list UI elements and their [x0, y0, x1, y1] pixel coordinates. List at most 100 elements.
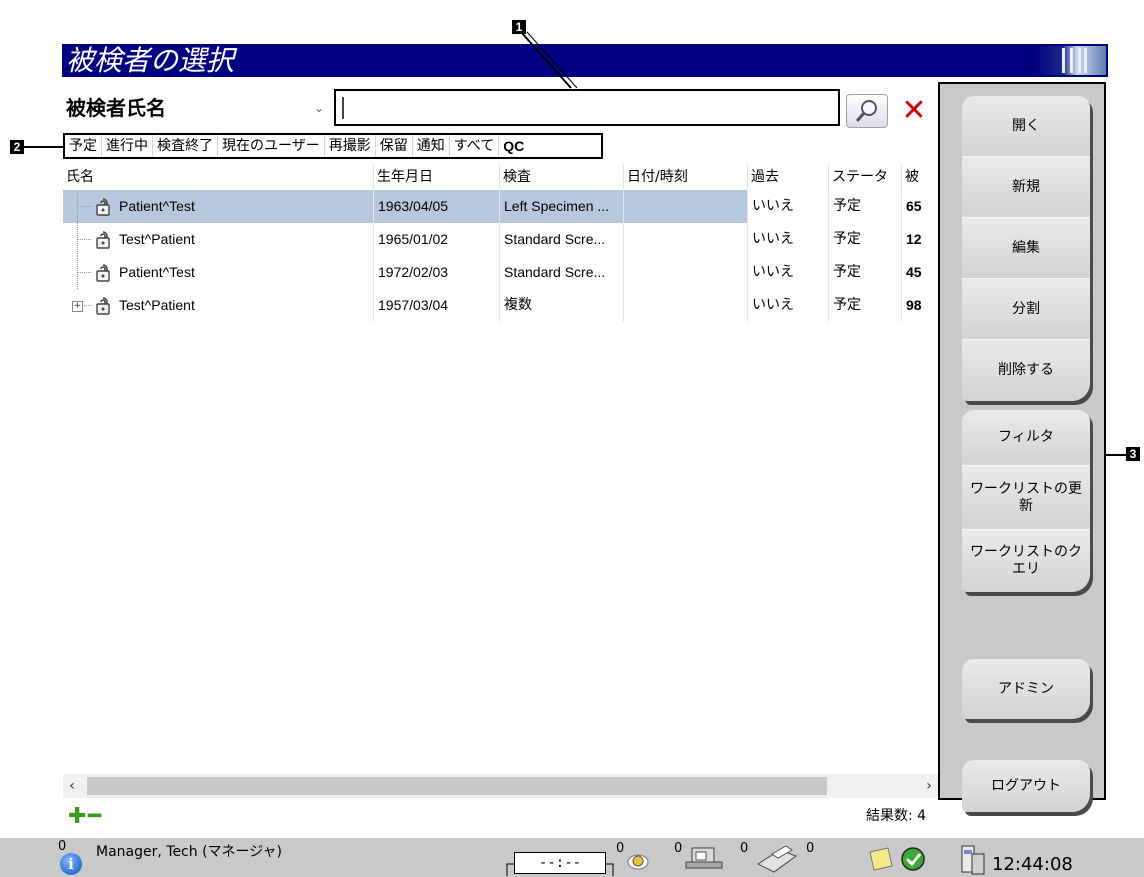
tab-all[interactable]: すべて	[450, 135, 500, 157]
new-button[interactable]: 新規	[962, 157, 1090, 218]
cell-id: 45	[906, 264, 922, 280]
cell-prior: いいえ	[748, 256, 829, 289]
horizontal-scrollbar[interactable]: ‹ ›	[63, 774, 938, 798]
lock-icon	[96, 198, 110, 216]
status-bar: 0 i Manager, Tech (マネージャ) --:-- 0 0 0 0 …	[0, 838, 1144, 877]
cell-datetime	[624, 256, 748, 289]
remove-icon[interactable]: ━	[88, 806, 101, 828]
add-icon[interactable]: ✚	[68, 806, 86, 828]
tab-scheduled[interactable]: 予定	[65, 135, 102, 157]
scroll-left-icon[interactable]: ‹	[63, 774, 81, 798]
tab-on-hold[interactable]: 保留	[376, 135, 413, 157]
help-disc-icon[interactable]	[626, 848, 650, 872]
column-header-prior[interactable]: 過去	[748, 164, 829, 190]
search-button[interactable]	[846, 94, 888, 128]
button-group-admin: アドミン	[962, 659, 1090, 719]
column-header-exam[interactable]: 検査	[500, 164, 624, 190]
cell-exam: Standard Scre...	[500, 223, 624, 256]
cell-status: 予定	[829, 190, 902, 223]
scroll-right-icon[interactable]: ›	[920, 774, 938, 798]
cell-dob: 1957/03/04	[374, 289, 500, 322]
table-row[interactable]: Patient^Test 1963/04/05 Left Specimen ..…	[63, 190, 938, 223]
callout-3-leader	[1106, 454, 1126, 456]
page-title: 被検者の選択	[66, 44, 235, 77]
button-group-main: 開く 新規 編集 分割 削除する	[962, 96, 1090, 401]
cell-dob: 1972/02/03	[374, 256, 500, 289]
search-field-select-value: 被検者氏名	[66, 96, 166, 120]
clock: 12:44:08	[992, 854, 1073, 875]
lock-icon	[96, 297, 110, 315]
action-panel: 開く 新規 編集 分割 削除する フィルタ ワークリストの更新 ワークリストのク…	[938, 82, 1106, 812]
column-header-datetime[interactable]: 日付/時刻	[624, 164, 748, 190]
cell-status: 予定	[829, 223, 902, 256]
worklist-query-button[interactable]: ワークリストのクエリ	[962, 530, 1090, 592]
info-icon[interactable]: i	[60, 853, 82, 875]
edit-button[interactable]: 編集	[962, 218, 1090, 279]
clear-search-button[interactable]: ✕	[894, 94, 934, 128]
tree-line	[77, 239, 91, 241]
cell-dob: 1965/01/02	[374, 223, 500, 256]
column-header-status[interactable]: ステータス	[829, 164, 902, 211]
cell-exam: Standard Scre...	[500, 256, 624, 289]
worklist-refresh-button[interactable]: ワークリストの更新	[962, 466, 1090, 530]
button-group-worklist: フィルタ ワークリストの更新 ワークリストのクエリ	[962, 410, 1090, 592]
table-row[interactable]: Test^Patient 1965/01/02 Standard Scre...…	[63, 223, 938, 256]
logo-graphic	[1034, 46, 1106, 75]
printer-icon[interactable]	[752, 844, 798, 874]
cell-prior: いいえ	[748, 223, 829, 256]
tab-in-progress[interactable]: 進行中	[102, 135, 153, 157]
count-badge: 0	[806, 841, 815, 856]
table-row[interactable]: + Test^Patient 1957/03/04 複数 いいえ 予定 98	[63, 289, 938, 322]
column-header-name[interactable]: 氏名	[63, 164, 374, 190]
cell-name: Test^Patient	[115, 223, 374, 256]
tab-retake[interactable]: 再撮影	[325, 135, 376, 157]
callout-1-leader	[520, 31, 578, 89]
cell-exam: 複数	[500, 289, 624, 322]
search-input[interactable]	[334, 89, 840, 126]
lock-icon	[96, 264, 110, 282]
table-row[interactable]: Patient^Test 1972/02/03 Standard Scre...…	[63, 256, 938, 289]
column-header-id[interactable]: 被	[902, 164, 938, 190]
search-field-select[interactable]: 被検者氏名 ⌄	[66, 94, 328, 122]
cell-datetime	[624, 190, 748, 223]
alarm-count: 0	[58, 839, 67, 854]
cell-name: Patient^Test	[115, 190, 374, 223]
notes-icon[interactable]	[866, 846, 894, 872]
filter-button[interactable]: フィルタ	[962, 410, 1090, 466]
filter-tabs: 予定 進行中 検査終了 現在のユーザー 再撮影 保留 通知 すべて QC	[63, 133, 603, 159]
cell-status: 予定	[829, 256, 902, 289]
count-badge: 0	[740, 841, 749, 856]
cell-datetime	[624, 223, 748, 256]
callout-2-leader	[24, 146, 63, 148]
cell-exam: Left Specimen ...	[500, 190, 624, 223]
cell-prior: いいえ	[748, 289, 829, 322]
tab-qc[interactable]: QC	[499, 135, 528, 157]
callout-2: 2	[10, 140, 24, 154]
lock-icon	[96, 231, 110, 249]
cell-name: Patient^Test	[115, 256, 374, 289]
delete-button[interactable]: 削除する	[962, 340, 1090, 401]
column-header-dob[interactable]: 生年月日	[374, 164, 500, 190]
cell-prior: いいえ	[748, 190, 829, 223]
admin-button[interactable]: アドミン	[962, 659, 1090, 719]
expand-icon[interactable]: +	[72, 301, 83, 312]
tab-notification[interactable]: 通知	[413, 135, 450, 157]
text-caret	[342, 97, 344, 119]
chevron-down-icon: ⌄	[314, 101, 325, 115]
logout-button[interactable]: ログアウト	[962, 760, 1090, 812]
computer-icon	[961, 845, 985, 875]
cell-dob: 1963/04/05	[374, 190, 500, 223]
current-user[interactable]: Manager, Tech (マネージャ)	[96, 844, 282, 860]
archive-icon[interactable]	[684, 844, 726, 872]
count-badge: 0	[616, 841, 625, 856]
count-badge: 0	[674, 841, 683, 856]
tab-current-user[interactable]: 現在のユーザー	[218, 135, 325, 157]
patient-table: 氏名 生年月日 検査 日付/時刻 過去 ステータス 被 Patient^Test…	[63, 160, 938, 770]
scrollbar-thumb[interactable]	[87, 777, 827, 795]
cell-status: 予定	[829, 289, 902, 322]
split-button[interactable]: 分割	[962, 279, 1090, 340]
cell-id: 12	[906, 231, 922, 247]
open-button[interactable]: 開く	[962, 96, 1090, 157]
search-icon	[855, 100, 877, 122]
tab-completed[interactable]: 検査終了	[153, 135, 218, 157]
